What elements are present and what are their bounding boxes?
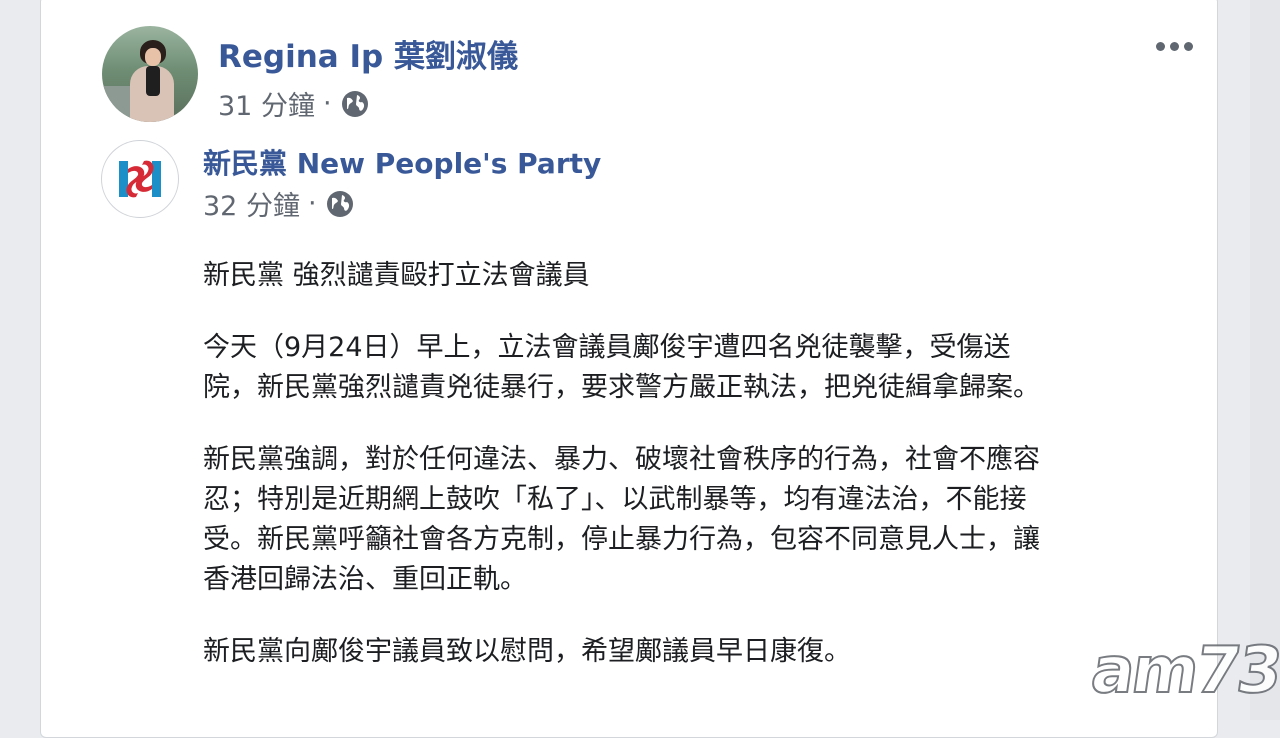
post-paragraph: 今天（9月24日）早上，立法會議員鄺俊宇遭四名兇徒襲擊，受傷送 院，新民黨強烈譴… [203,332,1040,403]
author-name-link[interactable]: Regina Ip 葉劉淑儀 [218,31,518,76]
meta-separator: · [307,188,317,219]
page-avatar-logo[interactable] [101,140,179,218]
right-gutter [1250,0,1280,720]
am730-watermark-logo: am730 [1086,633,1280,709]
post-body: 新民黨 強烈譴責毆打立法會議員 今天（9月24日）早上，立法會議員鄺俊宇遭四名兇… [203,256,1193,704]
globe-icon[interactable] [340,89,370,119]
shared-page-name-link[interactable]: 新民黨 New People's Party [203,142,601,182]
author-avatar[interactable] [102,26,198,122]
post-headline: 新民黨 強烈譴責毆打立法會議員 [203,260,590,291]
globe-icon[interactable] [325,189,355,219]
post-paragraph: 新民黨向鄺俊宇議員致以慰問，希望鄺議員早日康復。 [203,636,851,667]
shared-post-time[interactable]: 32 分鐘 [203,184,300,223]
more-options-icon[interactable] [1156,38,1196,54]
post-paragraph: 新民黨強調，對於任何違法、暴力、破壞社會秩序的行為，社會不應容 忍；特別是近期網… [203,444,1040,595]
shared-post-meta: 32 分鐘 · [203,184,355,223]
author-post-time[interactable]: 31 分鐘 [218,84,315,123]
author-post-meta: 31 分鐘 · [218,84,370,123]
meta-separator: · [322,88,332,119]
